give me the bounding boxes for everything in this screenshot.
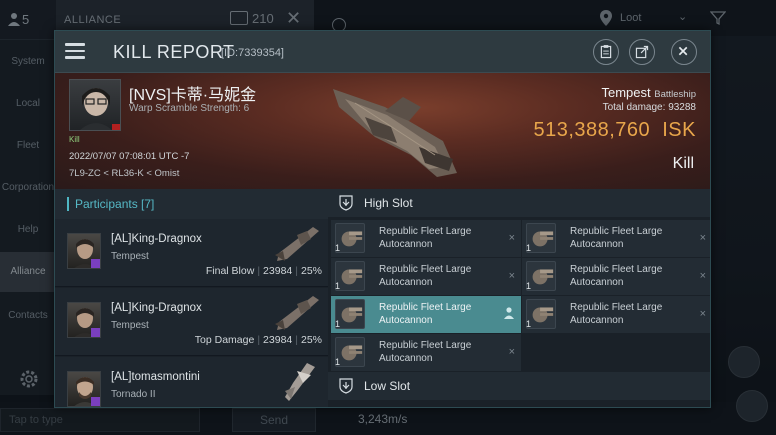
kill-location[interactable]: 7L9-ZC < RL36-K < Omist [69, 168, 179, 179]
clipboard-icon [600, 45, 612, 59]
ship-name[interactable]: Tempest Battleship [602, 85, 697, 100]
shield-icon [339, 195, 353, 211]
participants-count: [7] [141, 197, 155, 211]
destroyed-icon: × [508, 270, 515, 282]
ship-class: Battleship [654, 89, 696, 100]
participants-header: Participants [7] [55, 189, 328, 219]
participant-stats: Top Damage | 23984 | 25% [194, 334, 322, 346]
share-button[interactable] [629, 39, 655, 65]
kill-report-id[interactable]: [ID:7339354] [221, 47, 284, 59]
menu-icon[interactable] [65, 41, 87, 61]
destroyed-icon: × [508, 346, 515, 358]
kill-tag: Kill [69, 135, 80, 144]
participant-row[interactable]: [AL]tomasmontini Tornado II [55, 357, 328, 407]
module-quantity: 1 [335, 243, 341, 253]
module-quantity: 1 [526, 319, 532, 329]
module-name: Republic Fleet Large Autocannon [379, 226, 472, 250]
participant-ship-icon [275, 296, 319, 330]
module-name: Republic Fleet Large Autocannon [570, 264, 663, 288]
module-name: Republic Fleet Large Autocannon [570, 302, 663, 326]
low-slot-label: Low Slot [364, 379, 411, 393]
participant-ship: Tornado II [111, 389, 156, 400]
victim-portrait[interactable] [69, 79, 121, 131]
close-button[interactable] [671, 39, 697, 65]
kill-report-header: KILL REPORT [ID:7339354] [55, 31, 710, 73]
isk-amount: 513,388,760 [533, 119, 651, 141]
victim-name[interactable]: [NVS]卡蒂·马妮金 [129, 81, 256, 105]
module-quantity: 1 [526, 281, 532, 291]
participant-name: [AL]tomasmontini [111, 371, 200, 383]
module-quantity: 1 [526, 243, 532, 253]
external-link-icon [635, 45, 649, 59]
module-item[interactable]: 1 Republic Fleet Large Autocannon [331, 296, 521, 333]
participant-name: [AL]King-Dragnox [111, 233, 202, 245]
module-name: Republic Fleet Large Autocannon [379, 264, 472, 288]
participant-stats: Final Blow | 23984 | 25% [205, 265, 322, 277]
low-slot-header: Low Slot [328, 372, 710, 400]
clipboard-button[interactable] [593, 39, 619, 65]
participant-percent: 25% [300, 265, 322, 277]
module-item[interactable]: 1 Republic Fleet Large Autocannon × [331, 334, 521, 371]
participant-role: Top Damage [194, 334, 255, 346]
module-item[interactable]: 1 Republic Fleet Large Autocannon × [331, 258, 521, 295]
dropped-person-icon [504, 307, 514, 319]
module-item[interactable]: 1 Republic Fleet Large Autocannon × [522, 220, 710, 257]
total-damage: Total damage: 93288 [603, 102, 696, 113]
kill-report-window: KILL REPORT [ID:7339354] [NVS]卡蒂·马妮金 War… [54, 30, 711, 408]
isk-unit: ISK [662, 119, 696, 141]
kill-result: Kill [672, 155, 694, 172]
destroyed-icon: × [699, 308, 706, 320]
participants-label: Participants [75, 197, 138, 211]
module-quantity: 1 [335, 281, 341, 291]
module-quantity: 1 [335, 357, 341, 367]
participant-row[interactable]: [AL]King-Dragnox Tempest Top Damage | 2398… [55, 288, 328, 356]
destroyed-icon: × [699, 270, 706, 282]
ship-type: Tempest [601, 85, 651, 100]
participant-role: Final Blow [205, 265, 255, 277]
ship-render[interactable] [325, 77, 465, 185]
participant-damage: 23984 [263, 334, 293, 346]
destroyed-icon: × [508, 232, 515, 244]
shield-icon [339, 378, 353, 394]
destroyed-icon: × [699, 232, 706, 244]
isk-value: 513,388,760 ISK [533, 119, 696, 142]
participants-title[interactable]: Participants [7] [75, 197, 154, 211]
module-item[interactable]: 1 Republic Fleet Large Autocannon × [522, 258, 710, 295]
kill-date: 2022/07/07 07:08:01 UTC -7 [69, 151, 190, 162]
module-name: Republic Fleet Large Autocannon [379, 340, 472, 364]
participant-ship-icon [275, 227, 319, 261]
total-damage-value: 93288 [668, 102, 696, 113]
participant-percent: 25% [300, 334, 322, 346]
participants-accent [67, 197, 69, 211]
module-item[interactable]: 1 Republic Fleet Large Autocannon × [331, 220, 521, 257]
total-damage-label: Total damage: [602, 102, 666, 113]
participant-ship: Tempest [111, 251, 149, 262]
module-item[interactable]: 1 Republic Fleet Large Autocannon × [522, 296, 710, 333]
module-quantity: 1 [335, 319, 341, 329]
alliance-badge-icon [91, 397, 100, 406]
high-slot-label: High Slot [364, 196, 413, 210]
close-icon [678, 46, 688, 56]
module-name: Republic Fleet Large Autocannon [379, 302, 472, 326]
participant-name: [AL]King-Dragnox [111, 302, 202, 314]
alliance-badge-icon [91, 328, 100, 337]
kill-report-title: KILL REPORT [113, 42, 235, 62]
module-name: Republic Fleet Large Autocannon [570, 226, 663, 250]
victim-banner: [NVS]卡蒂·马妮金 Warp Scramble Strength: 6 Ki… [55, 73, 710, 189]
alliance-badge-icon [91, 259, 100, 268]
high-slot-header: High Slot [328, 189, 710, 217]
character-portrait-icon [80, 88, 120, 130]
participant-ship-icon [285, 363, 315, 401]
participant-damage: 23984 [263, 265, 293, 277]
participant-ship: Tempest [111, 320, 149, 331]
victim-subtitle: Warp Scramble Strength: 6 [129, 103, 250, 114]
participant-row[interactable]: [AL]King-Dragnox Tempest Final Blow | 2398… [55, 219, 328, 287]
